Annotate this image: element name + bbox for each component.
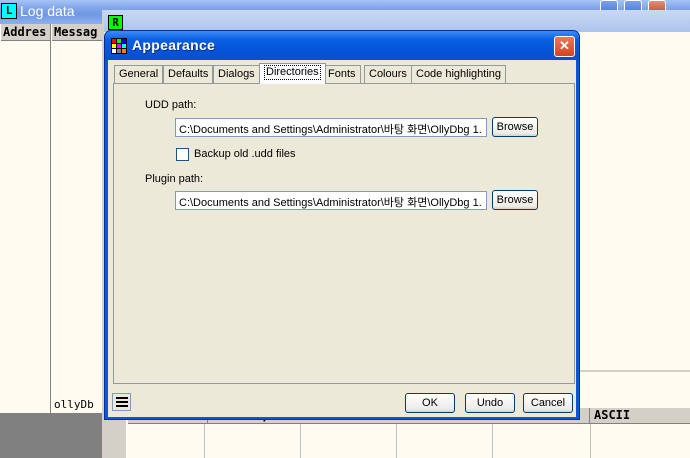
tab-directories[interactable]: Directories — [259, 63, 326, 84]
list-icon[interactable] — [112, 393, 131, 411]
cancel-button[interactable]: Cancel — [523, 393, 573, 413]
log-row-text: ollyDb — [54, 398, 94, 411]
olly-palette-icon[interactable] — [111, 38, 127, 54]
dialog-titlebar[interactable]: Appearance ✕ — [105, 31, 579, 60]
dump-grid-line — [396, 424, 397, 458]
udd-path-input[interactable]: C:\Documents and Settings\Administrator\… — [175, 118, 487, 137]
tab-defaults[interactable]: Defaults — [163, 65, 214, 83]
log-column-divider — [50, 41, 51, 413]
plugin-path-input[interactable]: C:\Documents and Settings\Administrator\… — [175, 191, 487, 210]
appearance-dialog: Appearance ✕ General Defaults Dialogs Di… — [104, 30, 580, 420]
tab-label: General — [119, 68, 159, 80]
tab-colours[interactable]: Colours — [364, 65, 412, 83]
tab-label: Fonts — [328, 68, 356, 80]
tab-label: Directories — [264, 65, 321, 80]
tab-label: Dialogs — [218, 68, 255, 80]
dump-grid-line — [300, 424, 301, 458]
tab-fonts[interactable]: Fonts — [323, 65, 361, 83]
dump-grid-line — [492, 424, 493, 458]
tab-general[interactable]: General — [114, 65, 164, 83]
cpu-window-titlebar[interactable]: R — [104, 10, 690, 32]
tab-code-highlighting[interactable]: Code highlighting — [411, 65, 507, 83]
dialog-title: Appearance — [132, 37, 216, 53]
undo-button[interactable]: Undo — [465, 393, 515, 413]
plugin-browse-button[interactable]: Browse — [492, 190, 538, 210]
dump-col-ascii[interactable]: ASCII — [590, 408, 690, 424]
close-icon[interactable]: ✕ — [554, 36, 575, 57]
directories-panel: UDD path: C:\Documents and Settings\Admi… — [113, 83, 575, 384]
cpu-window-icon[interactable]: R — [108, 15, 123, 30]
tab-label: Colours — [369, 68, 407, 80]
tab-dialogs[interactable]: Dialogs — [213, 65, 260, 83]
dump-grid-line — [590, 424, 591, 458]
udd-path-label: UDD path: — [145, 99, 197, 111]
log-window-title: Log data — [20, 3, 75, 19]
log-window-icon[interactable]: L — [1, 3, 17, 19]
tab-label: Defaults — [168, 68, 209, 80]
backup-udd-checkbox[interactable] — [176, 148, 189, 161]
plugin-path-label: Plugin path: — [145, 173, 204, 185]
udd-browse-button[interactable]: Browse — [492, 117, 538, 137]
log-col-address[interactable]: Addres — [0, 24, 51, 41]
backup-udd-label: Backup old .udd files — [194, 148, 296, 160]
ok-button[interactable]: OK — [405, 393, 455, 413]
tab-label: Code highlighting — [416, 68, 502, 80]
dump-grid-line — [204, 424, 205, 458]
dialog-client-area: General Defaults Dialogs Directories Fon… — [108, 60, 576, 417]
